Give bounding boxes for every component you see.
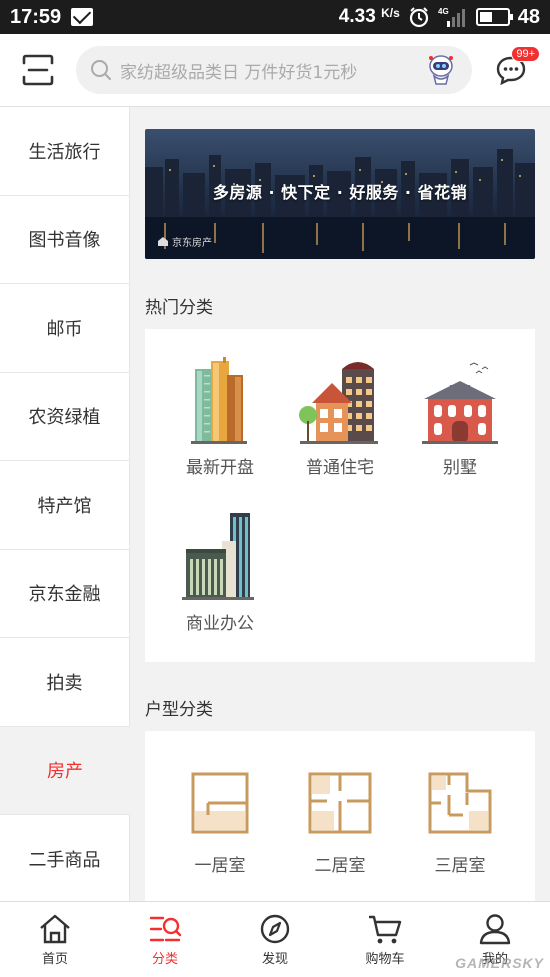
sidebar-item-auction[interactable]: 拍卖 (0, 638, 130, 727)
sidebar-item-stamps-coins[interactable]: 邮币 (0, 284, 130, 373)
cart-icon (369, 915, 402, 943)
sidebar-item-jd-finance[interactable]: 京东金融 (0, 549, 130, 638)
category-sidebar: 生活旅行 图书音像 邮币 农资绿植 特产馆 京东金融 拍卖 房产 二手商品 (0, 107, 130, 901)
residential-house-icon (299, 362, 378, 444)
sidebar-item-books-media[interactable]: 图书音像 (0, 195, 130, 284)
category-residential[interactable]: 普通住宅 (280, 355, 400, 478)
nav-home[interactable]: 首页 (0, 902, 110, 977)
status-bar: 17:59 4.33 K/s 4G 48 (0, 0, 550, 34)
nav-category[interactable]: 分类 (110, 902, 220, 977)
category-icon (149, 916, 182, 941)
banner-slogan: 多房源 · 快下定 · 好服务 · 省花销 (212, 183, 468, 202)
real-estate-banner[interactable]: 多房源 · 快下定 · 好服务 · 省花销 京东房产 (145, 129, 535, 259)
menu-button[interactable] (0, 34, 76, 107)
battery-level: 48 (517, 5, 540, 28)
category-new-launch[interactable]: 最新开盘 (160, 355, 280, 478)
home-icon (40, 914, 70, 943)
compass-icon (260, 914, 290, 943)
floorplan-three-room-icon (428, 772, 492, 834)
battery-icon (475, 8, 513, 26)
messages-button[interactable]: 99+ (472, 34, 550, 107)
layout-categories-card: 一居室 二居室 三居室 (145, 731, 535, 901)
top-header: 家纺超级品类日 万件好货1元秒 99+ (0, 34, 550, 107)
mail-notification-icon (71, 8, 94, 26)
villa-icon (422, 362, 498, 444)
sidebar-item-second-hand[interactable]: 二手商品 (0, 815, 130, 901)
menu-icon (22, 54, 54, 86)
category-villa[interactable]: 别墅 (400, 355, 520, 478)
nav-cart[interactable]: 购物车 (330, 902, 440, 977)
house-logo-icon (158, 237, 168, 246)
bottom-navigation: 首页 分类 发现 购物车 我的 GAMERSKY (0, 901, 550, 977)
search-icon (91, 60, 111, 80)
layout-categories-title: 户型分类 (145, 700, 213, 720)
signal-icon: 4G (438, 6, 468, 28)
search-bar[interactable]: 家纺超级品类日 万件好货1元秒 (76, 46, 472, 94)
hot-categories-title: 热门分类 (145, 298, 213, 318)
sidebar-item-real-estate[interactable]: 房产 (0, 726, 130, 815)
search-placeholder: 家纺超级品类日 万件好货1元秒 (120, 62, 358, 83)
status-time: 17:59 (10, 5, 62, 28)
sidebar-item-agriculture[interactable]: 农资绿植 (0, 372, 130, 461)
category-three-bedroom[interactable]: 三居室 (400, 771, 520, 876)
nav-discover[interactable]: 发现 (220, 902, 330, 977)
alarm-icon (408, 6, 430, 28)
network-speed: 4.33 K/s (338, 6, 400, 27)
category-one-bedroom[interactable]: 一居室 (160, 771, 280, 876)
category-two-bedroom[interactable]: 二居室 (280, 771, 400, 876)
hot-categories-card: 最新开盘 普通住宅 别墅 商业办公 (145, 329, 535, 662)
category-content: 多房源 · 快下定 · 好服务 · 省花销 京东房产 热门分类 最新开盘 普通住… (130, 107, 550, 901)
sidebar-item-specialty[interactable]: 特产馆 (0, 461, 130, 550)
jd-robot-icon[interactable] (426, 54, 456, 90)
svg-text:4G: 4G (438, 7, 449, 16)
sidebar-item-life-travel[interactable]: 生活旅行 (0, 107, 130, 196)
message-count-badge: 99+ (511, 45, 540, 62)
watermark: GAMERSKY (455, 955, 544, 971)
floorplan-two-room-icon (308, 772, 372, 834)
tower-buildings-icon (191, 357, 247, 444)
category-commercial-office[interactable]: 商业办公 (160, 511, 280, 634)
user-icon (479, 913, 511, 944)
floorplan-one-room-icon (191, 772, 249, 834)
banner-brand: 京东房产 (157, 234, 212, 249)
office-buildings-icon (182, 513, 254, 600)
